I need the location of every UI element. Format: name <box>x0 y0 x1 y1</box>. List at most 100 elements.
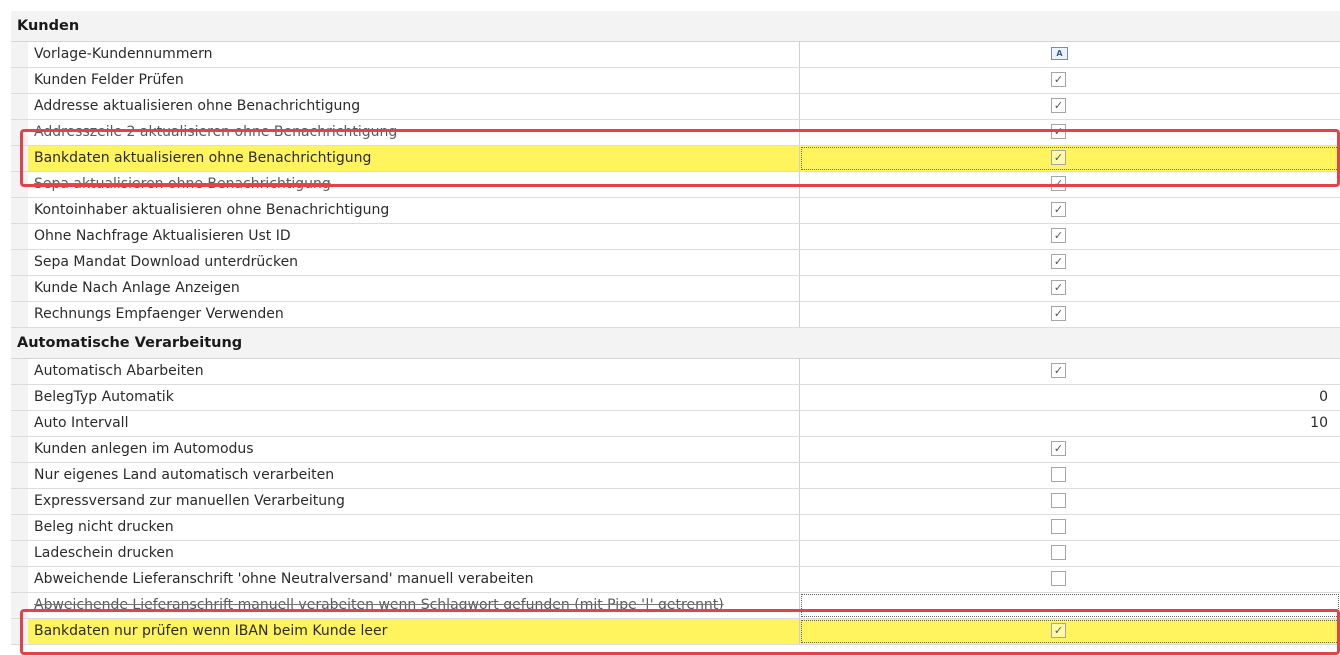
checkbox-checked[interactable]: ✓ <box>1051 150 1066 165</box>
property-row[interactable]: Automatisch Abarbeiten ✓ <box>11 359 1340 385</box>
row-gutter <box>11 276 28 301</box>
property-value[interactable] <box>800 593 1340 618</box>
row-gutter <box>11 224 28 249</box>
row-gutter <box>11 42 28 67</box>
property-value[interactable]: 0 <box>800 385 1340 410</box>
number-value[interactable]: 10 <box>1310 411 1328 436</box>
property-value[interactable]: ✓ <box>800 224 1340 249</box>
checkbox-checked[interactable]: ✓ <box>1051 176 1066 191</box>
property-row[interactable]: Abweichende Lieferanschrift 'ohne Neutra… <box>11 567 1340 593</box>
property-value[interactable]: ✓ <box>800 94 1340 119</box>
property-row[interactable]: Kunden anlegen im Automodus ✓ <box>11 437 1340 463</box>
property-label: Kunden anlegen im Automodus <box>28 437 800 462</box>
checkbox-unchecked[interactable] <box>1051 493 1066 508</box>
property-value[interactable]: ✓ <box>800 359 1340 384</box>
property-row[interactable]: Sepa aktualisieren ohne Benachrichtigung… <box>11 172 1340 198</box>
property-value[interactable]: ✓ <box>800 276 1340 301</box>
checkbox-checked[interactable]: ✓ <box>1051 254 1066 269</box>
checkbox-checked[interactable]: ✓ <box>1051 98 1066 113</box>
property-row[interactable]: Kunde Nach Anlage Anzeigen ✓ <box>11 276 1340 302</box>
checkbox-unchecked[interactable] <box>1051 467 1066 482</box>
property-value[interactable]: ✓ <box>800 198 1340 223</box>
property-row[interactable]: Addresse aktualisieren ohne Benachrichti… <box>11 94 1340 120</box>
number-value[interactable]: 0 <box>1319 385 1328 410</box>
property-label: Ladeschein drucken <box>28 541 800 566</box>
row-gutter <box>11 250 28 275</box>
row-gutter <box>11 515 28 540</box>
checkbox-checked[interactable]: ✓ <box>1051 623 1066 638</box>
property-label: Addresszeile 2 aktualisieren ohne Benach… <box>28 120 800 145</box>
property-label: Abweichende Lieferanschrift manuell vera… <box>28 593 800 618</box>
property-row[interactable]: Sepa Mandat Download unterdrücken ✓ <box>11 250 1340 276</box>
property-row[interactable]: Rechnungs Empfaenger Verwenden ✓ <box>11 302 1340 328</box>
checkbox-checked[interactable]: ✓ <box>1051 306 1066 321</box>
property-label: Kontoinhaber aktualisieren ohne Benachri… <box>28 198 800 223</box>
row-gutter <box>11 593 28 618</box>
property-row[interactable]: BelegTyp Automatik 0 <box>11 385 1340 411</box>
property-label: Nur eigenes Land automatisch verarbeiten <box>28 463 800 488</box>
row-gutter <box>11 385 28 410</box>
property-label: Kunde Nach Anlage Anzeigen <box>28 276 800 301</box>
row-gutter <box>11 120 28 145</box>
property-row[interactable]: Auto Intervall 10 <box>11 411 1340 437</box>
property-row[interactable]: Kontoinhaber aktualisieren ohne Benachri… <box>11 198 1340 224</box>
property-row[interactable]: Bankdaten aktualisieren ohne Benachricht… <box>11 146 1340 172</box>
property-row[interactable]: Vorlage-Kundennummern A <box>11 42 1340 68</box>
property-label: Auto Intervall <box>28 411 800 436</box>
property-label: Automatisch Abarbeiten <box>28 359 800 384</box>
property-value[interactable]: ✓ <box>800 302 1340 327</box>
property-row[interactable]: Addresszeile 2 aktualisieren ohne Benach… <box>11 120 1340 146</box>
row-gutter <box>11 489 28 514</box>
property-value[interactable]: ✓ <box>800 437 1340 462</box>
property-label: Sepa aktualisieren ohne Benachrichtigung <box>28 172 800 197</box>
row-gutter <box>11 146 28 171</box>
property-value[interactable] <box>800 463 1340 488</box>
property-row[interactable]: Nur eigenes Land automatisch verarbeiten <box>11 463 1340 489</box>
checkbox-checked[interactable]: ✓ <box>1051 441 1066 456</box>
row-gutter <box>11 437 28 462</box>
property-value[interactable]: ✓ <box>800 619 1340 644</box>
property-grid: Kunden Vorlage-Kundennummern A Kunden Feld… <box>11 11 1340 645</box>
property-label: Kunden Felder Prüfen <box>28 68 800 93</box>
checkbox-unchecked[interactable] <box>1051 571 1066 586</box>
property-value[interactable]: 10 <box>800 411 1340 436</box>
property-row[interactable]: Beleg nicht drucken <box>11 515 1340 541</box>
property-row[interactable]: Bankdaten nur prüfen wenn IBAN beim Kund… <box>11 619 1340 645</box>
property-row[interactable]: Ohne Nachfrage Aktualisieren Ust ID ✓ <box>11 224 1340 250</box>
property-value[interactable]: ✓ <box>800 120 1340 145</box>
property-label: Ohne Nachfrage Aktualisieren Ust ID <box>28 224 800 249</box>
checkbox-unchecked[interactable] <box>1051 519 1066 534</box>
checkbox-unchecked[interactable] <box>1051 545 1066 560</box>
property-value[interactable]: ✓ <box>800 172 1340 197</box>
text-editor-icon[interactable]: A <box>1051 47 1068 60</box>
category-automatische-verarbeitung[interactable]: Automatische Verarbeitung <box>11 328 1340 359</box>
checkbox-checked[interactable]: ✓ <box>1051 280 1066 295</box>
property-row[interactable]: Expressversand zur manuellen Verarbeitun… <box>11 489 1340 515</box>
property-row[interactable]: Kunden Felder Prüfen ✓ <box>11 68 1340 94</box>
checkbox-checked[interactable]: ✓ <box>1051 228 1066 243</box>
property-value[interactable] <box>800 567 1340 592</box>
property-value[interactable]: A <box>800 42 1340 67</box>
row-gutter <box>11 198 28 223</box>
property-value[interactable]: ✓ <box>800 146 1340 171</box>
property-value[interactable] <box>800 515 1340 540</box>
property-value[interactable]: ✓ <box>800 68 1340 93</box>
property-label: Bankdaten nur prüfen wenn IBAN beim Kund… <box>28 619 800 644</box>
property-label: Beleg nicht drucken <box>28 515 800 540</box>
property-row[interactable]: Abweichende Lieferanschrift manuell vera… <box>11 593 1340 619</box>
row-gutter <box>11 619 28 644</box>
checkbox-checked[interactable]: ✓ <box>1051 202 1066 217</box>
checkbox-checked[interactable]: ✓ <box>1051 124 1066 139</box>
row-gutter <box>11 411 28 436</box>
property-value[interactable]: ✓ <box>800 250 1340 275</box>
category-kunden[interactable]: Kunden <box>11 11 1340 42</box>
kunden-rows: Vorlage-Kundennummern A Kunden Felder Prüf… <box>11 42 1340 328</box>
property-value[interactable] <box>800 541 1340 566</box>
checkbox-checked[interactable]: ✓ <box>1051 363 1066 378</box>
property-row[interactable]: Ladeschein drucken <box>11 541 1340 567</box>
automatische-verarbeitung-rows: Automatisch Abarbeiten ✓ BelegTyp Automati… <box>11 359 1340 645</box>
property-value[interactable] <box>800 489 1340 514</box>
property-label: Rechnungs Empfaenger Verwenden <box>28 302 800 327</box>
row-gutter <box>11 463 28 488</box>
checkbox-checked[interactable]: ✓ <box>1051 72 1066 87</box>
